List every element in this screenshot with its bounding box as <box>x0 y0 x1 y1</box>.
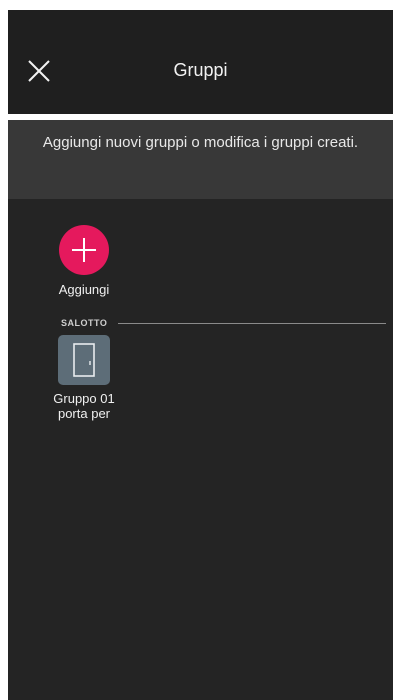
add-group-button[interactable]: Aggiungi <box>46 225 122 297</box>
add-group-label: Aggiungi <box>58 282 110 297</box>
info-banner: Aggiungi nuovi gruppi o modifica i grupp… <box>8 120 393 199</box>
door-icon <box>73 343 95 377</box>
section-title: SALOTTO <box>61 318 108 328</box>
app-screen: Gruppi Aggiungi nuovi gruppi o modifica … <box>8 10 393 700</box>
add-circle <box>59 225 109 275</box>
group-tile[interactable]: Gruppo 01 porta per <box>46 335 122 421</box>
plus-icon <box>72 238 96 262</box>
group-label-line2: porta per <box>57 406 111 421</box>
group-label-line1: Gruppo 01 <box>53 391 115 406</box>
section-divider <box>118 323 386 324</box>
top-bar: Gruppi <box>8 10 393 114</box>
group-icon-box <box>58 335 110 385</box>
section-header-salotto: SALOTTO <box>61 316 386 332</box>
group-label: Gruppo 01 porta per <box>46 391 122 421</box>
page-title: Gruppi <box>173 60 228 80</box>
